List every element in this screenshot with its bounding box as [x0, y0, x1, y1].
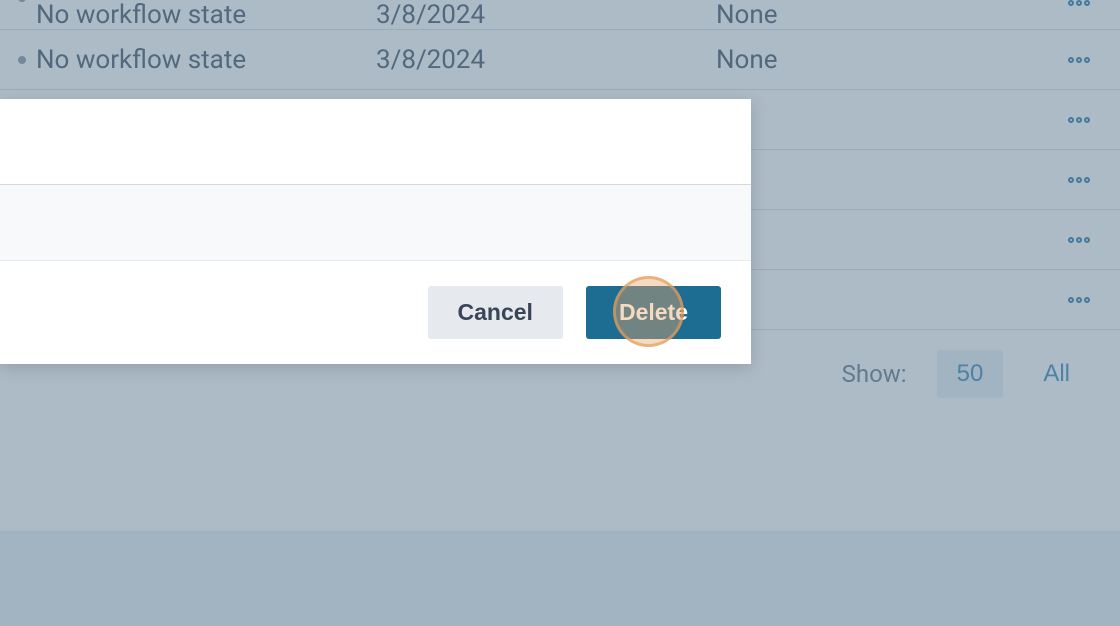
confirm-dialog: Cancel Delete: [0, 99, 751, 364]
modal-footer: Cancel Delete: [0, 261, 751, 364]
modal-content: [0, 185, 751, 261]
delete-button[interactable]: Delete: [586, 286, 721, 339]
cancel-button[interactable]: Cancel: [428, 286, 563, 339]
modal-body: [0, 99, 751, 185]
